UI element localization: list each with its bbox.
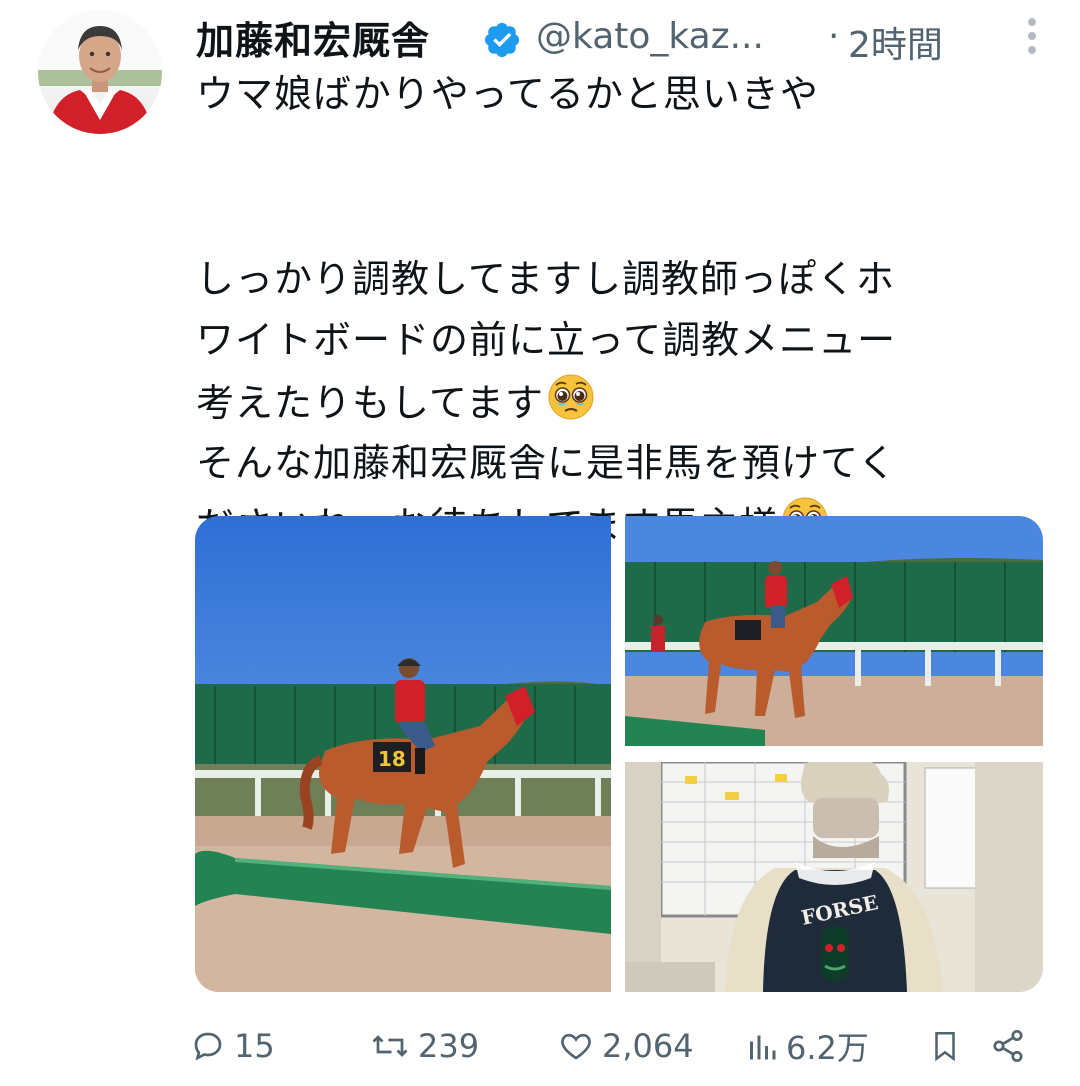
media-grid: 18 FORSE <box>195 516 1043 992</box>
bookmark-button[interactable] <box>928 1020 962 1072</box>
photo-horse-training-1[interactable]: 18 <box>195 516 611 992</box>
share-button[interactable] <box>990 1020 1026 1072</box>
views-button[interactable]: 6.2万 <box>746 1020 869 1072</box>
retweet-count: 239 <box>418 1027 480 1065</box>
pleading-face-emoji <box>548 374 594 419</box>
tweet-line: しっかり調教してますし調教師っぽくホ <box>196 256 895 301</box>
reply-icon <box>194 1032 222 1061</box>
more-icon[interactable] <box>1018 14 1046 58</box>
author-avatar[interactable] <box>38 10 162 134</box>
like-button[interactable]: 2,064 <box>558 1020 694 1072</box>
tweet-time[interactable]: 2時間 <box>848 16 943 68</box>
separator-dot: · <box>828 16 840 57</box>
like-count: 2,064 <box>602 1027 694 1065</box>
reply-button[interactable]: 15 <box>190 1020 275 1072</box>
tweet-line-with-emoji: 考えたりもしてます <box>196 372 1046 434</box>
photo-horse-training-2[interactable] <box>625 516 1043 746</box>
retweet-button[interactable]: 239 <box>370 1020 479 1072</box>
views-count: 6.2万 <box>786 1029 869 1067</box>
photo-trainer-whiteboard[interactable]: FORSE <box>625 762 1043 992</box>
tweet-line: ワイトボードの前に立って調教メニュー <box>196 318 897 362</box>
like-icon <box>561 1033 591 1060</box>
verified-badge-icon <box>484 22 520 58</box>
views-icon <box>750 1035 776 1060</box>
tweet-text: ウマ娘ばかりやってるかと思いきや しっかり調教してますし調教師っぽくホ ワイトボ… <box>196 64 1046 556</box>
bookmark-icon <box>935 1031 955 1062</box>
author-name[interactable]: 加藤和宏厩舎 <box>196 10 430 65</box>
tweet-header: 加藤和宏厩舎 @kato_kaz... · 2時間 <box>196 6 1046 66</box>
tweet-line: 考えたりもしてます <box>196 380 544 425</box>
tweet-line: そんな加藤和宏厩舎に是非馬を預けてく <box>196 441 897 485</box>
tweet-line: ウマ娘ばかりやってるかと思いきや <box>196 72 819 116</box>
retweet-icon <box>372 1035 408 1057</box>
saddle-number: 18 <box>378 747 406 771</box>
reply-count: 15 <box>234 1027 275 1065</box>
action-bar: 15 239 2,064 6.2万 <box>190 1020 1040 1072</box>
share-icon <box>993 1029 1023 1063</box>
author-handle[interactable]: @kato_kaz... <box>536 16 764 57</box>
